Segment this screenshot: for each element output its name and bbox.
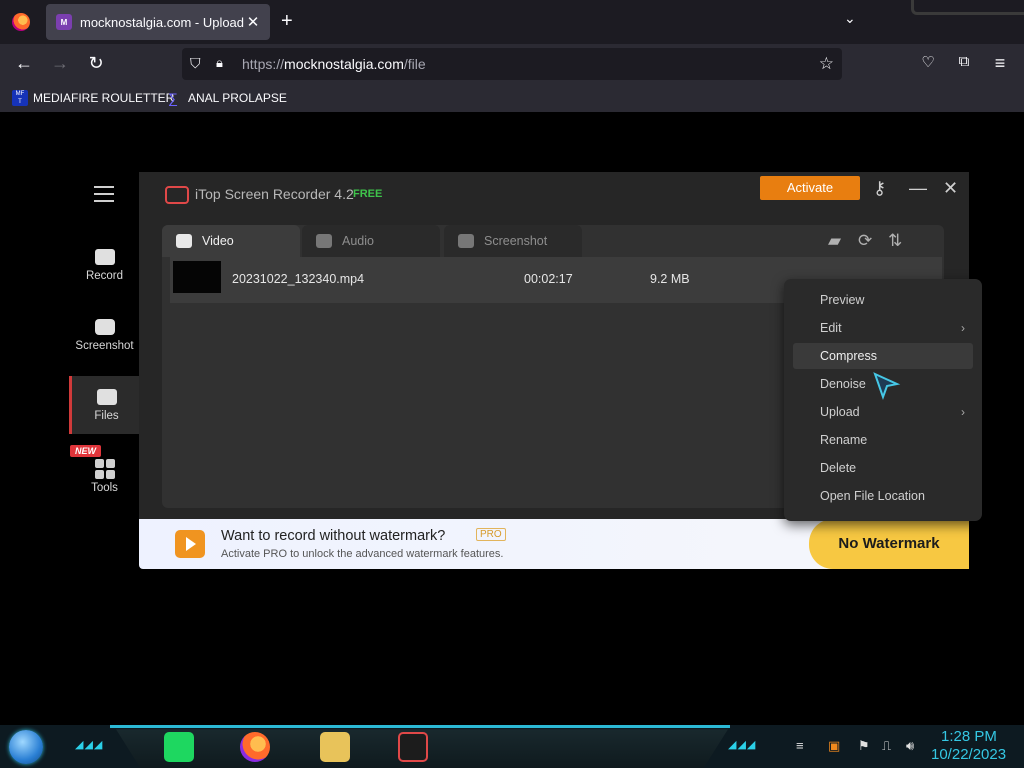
pocket-icon[interactable]: ♡ (917, 53, 939, 71)
file-explorer-icon[interactable] (320, 732, 350, 762)
tab-video[interactable]: Video (162, 225, 300, 257)
tab-label: Video (202, 234, 234, 248)
taskbar: ◢◢◢ ◢◢◢ ≡ ▣ ⚑ ⎍ 🔊︎ (0, 725, 1024, 768)
bookmark-label: ANAL PROLAPSE (188, 91, 287, 105)
tab-label: Screenshot (484, 234, 548, 248)
url-bar[interactable]: ⛉ 🔒︎ https://mocknostalgia.com/file ☆ (182, 48, 842, 80)
tab-audio[interactable]: Audio (302, 225, 440, 257)
key-icon[interactable]: ⚷ (873, 178, 886, 199)
sidebar-item-record[interactable]: Record (70, 236, 139, 302)
bookmark-star-icon[interactable]: ☆ (819, 54, 834, 74)
video-thumbnail (173, 261, 221, 293)
theme-decoration (911, 0, 1024, 15)
sidebar-item-label: Tools (91, 482, 118, 494)
tray-app-icon[interactable]: ▣ (828, 738, 840, 754)
menu-item-open-file-location[interactable]: Open File Location (793, 483, 973, 509)
back-arrow-icon[interactable]: ← (13, 53, 35, 74)
watermark-banner: Want to record without watermark? PRO Ac… (139, 519, 969, 569)
clapperboard-icon (176, 234, 192, 248)
chevron-right-icon: › (961, 321, 965, 335)
browser-tab-active[interactable]: M mocknostalgia.com - Upload ✕ (46, 4, 270, 40)
open-folder-icon[interactable]: ▰ (828, 231, 841, 251)
pro-badge: PRO (476, 528, 506, 541)
reload-icon[interactable]: ↻ (85, 53, 107, 74)
menu-item-upload[interactable]: Upload › (793, 399, 973, 425)
hamburger-menu-icon[interactable] (94, 186, 114, 207)
deco-chevrons-icon: ◢◢◢ (728, 739, 757, 751)
list-all-tabs-icon[interactable]: ⌄ (844, 10, 856, 27)
tab-close-icon[interactable]: ✕ (244, 13, 262, 31)
itop-play-icon (175, 530, 205, 558)
start-button[interactable] (9, 730, 43, 764)
tracking-protection-shield-icon[interactable]: ⛉ (190, 55, 201, 72)
new-tab-button[interactable]: + (281, 10, 293, 33)
file-size: 9.2 MB (650, 272, 690, 286)
file-duration: 00:02:17 (524, 272, 573, 286)
bookmark-mediafire[interactable]: MF T MEDIAFIRE ROULETTER (12, 90, 174, 106)
new-badge: NEW (70, 445, 101, 457)
bookmarks-bar: MF T MEDIAFIRE ROULETTER ∑ ANAL PROLAPSE (0, 84, 1024, 112)
action-center-flag-icon[interactable]: ⚑ (858, 738, 870, 754)
volume-icon[interactable]: 🔊︎ (906, 738, 914, 754)
menu-item-edit[interactable]: Edit › (793, 315, 973, 341)
camera-icon (94, 319, 115, 335)
image-icon (458, 234, 474, 248)
menu-icon[interactable]: ≡ (989, 53, 1011, 74)
extensions-icon[interactable]: ⧉ (953, 53, 975, 70)
banner-subtitle: Activate PRO to unlock the advanced wate… (221, 548, 504, 560)
tools-grid-icon (94, 459, 116, 479)
app-title: iTop Screen Recorder 4.2 (195, 186, 354, 202)
file-name: 20231022_132340.mp4 (232, 272, 365, 286)
bookmark-icon: ∑ (168, 90, 178, 106)
music-note-icon (316, 234, 332, 248)
banner-title: Want to record without watermark? (221, 528, 446, 544)
browser-nav-bar: ← → ↻ ⛉ 🔒︎ https://mocknostalgia.com/fil… (0, 44, 1024, 84)
refresh-icon[interactable]: ⟳ (858, 231, 872, 251)
sidebar-item-files[interactable]: Files (69, 376, 141, 434)
menu-item-delete[interactable]: Delete (793, 455, 973, 481)
tab-label: Audio (342, 234, 374, 248)
firefox-view-icon[interactable] (12, 13, 30, 31)
mouse-cursor-icon (873, 372, 901, 400)
no-watermark-button[interactable]: No Watermark (809, 519, 969, 569)
menu-item-rename[interactable]: Rename (793, 427, 973, 453)
spotify-icon[interactable] (164, 732, 194, 762)
mediafire-icon: MF T (12, 90, 28, 106)
minimize-icon[interactable]: — (909, 178, 927, 199)
firefox-icon[interactable] (240, 732, 270, 762)
activate-button[interactable]: Activate (760, 176, 860, 200)
free-badge: FREE (353, 188, 383, 200)
menu-item-compress[interactable]: Compress (793, 343, 973, 369)
clock-date[interactable]: 10/22/2023 (931, 746, 1006, 763)
clock-time[interactable]: 1:28 PM (941, 728, 997, 745)
video-camera-icon (94, 249, 115, 265)
bookmark-anal-prolapse[interactable]: ∑ ANAL PROLAPSE (168, 90, 287, 106)
sidebar-item-label: Screenshot (75, 340, 134, 352)
itop-recorder-icon[interactable] (398, 732, 428, 762)
close-icon[interactable]: ✕ (943, 178, 958, 199)
sidebar-item-label: Record (85, 270, 124, 282)
chevron-right-icon: › (961, 405, 965, 419)
folder-icon (96, 389, 117, 405)
url-text[interactable]: https://mocknostalgia.com/file (242, 56, 426, 72)
network-icon[interactable]: ⎍ (882, 738, 891, 754)
context-menu: Preview Edit › Compress Denoise Upload › R… (784, 279, 982, 521)
deco-chevrons-icon: ◢◢◢ (75, 739, 104, 751)
menu-item-preview[interactable]: Preview (793, 287, 973, 313)
lock-icon[interactable]: 🔒︎ (216, 55, 223, 71)
tab-title: mocknostalgia.com - Upload (80, 14, 244, 30)
bookmark-label: MEDIAFIRE ROULETTER (33, 91, 175, 105)
sidebar-item-screenshot[interactable]: Screenshot (70, 306, 139, 372)
sidebar-item-label: Files (94, 410, 119, 422)
tab-screenshot[interactable]: Screenshot (444, 225, 582, 257)
site-favicon-icon: M (56, 14, 72, 30)
taskbar-accent-line (110, 725, 730, 728)
itop-logo-icon (165, 186, 189, 204)
forward-arrow-icon[interactable]: → (49, 53, 71, 74)
sort-icon[interactable]: ⇅ (888, 231, 902, 251)
browser-tab-bar: M mocknostalgia.com - Upload ✕ + ⌄ (0, 0, 1024, 44)
tray-expand-icon[interactable]: ≡ (796, 738, 804, 753)
